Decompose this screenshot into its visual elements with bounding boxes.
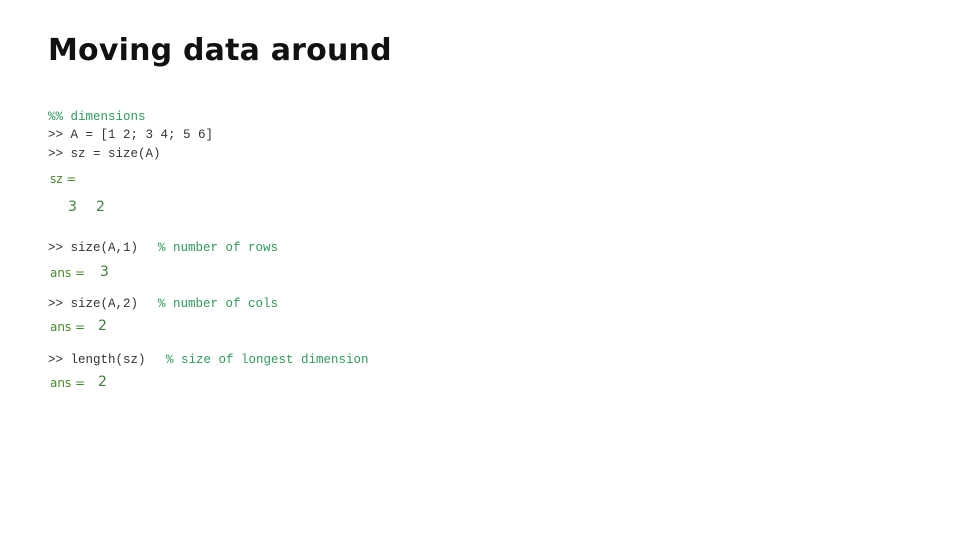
output-value: 2 <box>96 199 105 215</box>
output-value: 2 <box>98 374 107 390</box>
command-line: >> length(sz) <box>48 353 146 367</box>
inline-comment: % number of cols <box>158 297 279 311</box>
output-label: sz = <box>50 172 77 186</box>
command-line: >> size(A,2) <box>48 297 139 311</box>
command-line: >> sz = size(A) <box>48 147 161 161</box>
output-value: 3 <box>68 199 77 215</box>
inline-comment: % number of rows <box>158 241 279 255</box>
section-comment: %% dimensions <box>48 110 146 124</box>
output-label: ans = <box>50 266 86 280</box>
output-label: ans = <box>50 376 86 390</box>
inline-comment: % size of longest dimension <box>166 353 369 367</box>
output-value: 2 <box>98 318 107 334</box>
slide-title: Moving data around <box>48 33 392 68</box>
output-label: ans = <box>50 320 86 334</box>
command-line: >> size(A,1) <box>48 241 139 255</box>
output-value: 3 <box>100 264 109 280</box>
command-line: >> A = [1 2; 3 4; 5 6] <box>48 128 214 142</box>
